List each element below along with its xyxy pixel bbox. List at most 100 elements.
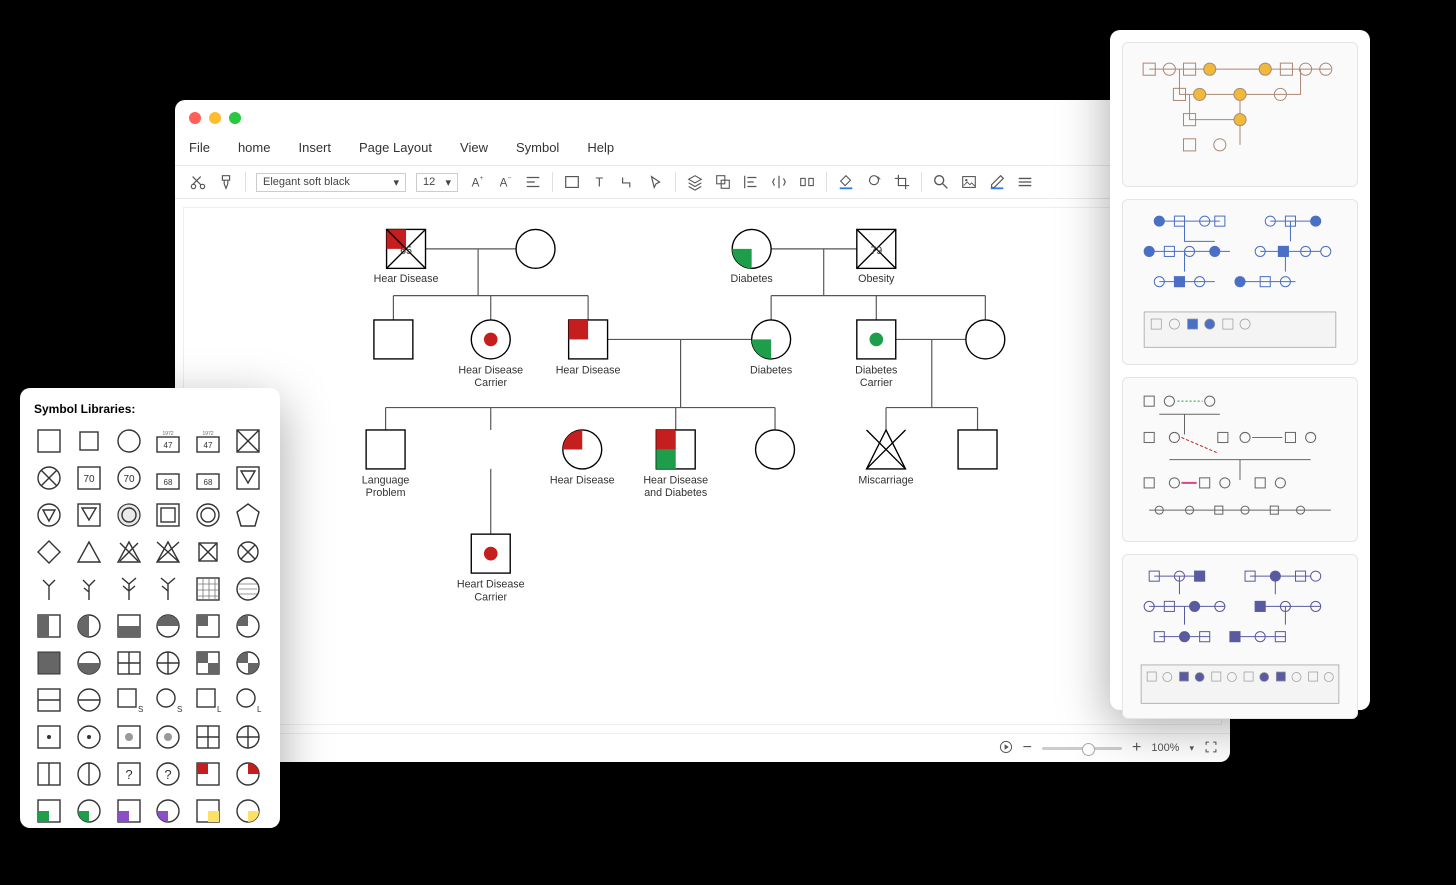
sym-ci-green[interactable] (74, 796, 104, 826)
sym-tree3[interactable] (114, 574, 144, 604)
zoom-in-icon[interactable]: + (1132, 739, 1141, 757)
connector-icon[interactable] (619, 173, 637, 191)
sym-sq-red[interactable] (193, 759, 223, 789)
sym-dbl-ci2[interactable] (193, 500, 223, 530)
canvas[interactable]: 65 Hear Disease Diabetes 79 Obesity (183, 207, 1222, 725)
format-painter-icon[interactable] (217, 173, 235, 191)
min-dot[interactable] (209, 112, 221, 124)
node-r2b[interactable]: Hear Disease Carrier (458, 320, 523, 389)
zoom-level[interactable]: 100% (1151, 742, 1179, 754)
template-1[interactable] (1122, 42, 1358, 187)
node-r3e[interactable]: Miscarriage (858, 430, 913, 487)
node-r4a[interactable]: Heart Disease Carrier (457, 534, 525, 603)
sym-sq-half-h[interactable] (114, 611, 144, 641)
sym-dbl-sq[interactable] (153, 500, 183, 530)
node-n1[interactable]: 65 Hear Disease (374, 229, 439, 285)
pen-icon[interactable] (988, 173, 1006, 191)
sym-sq-half-v[interactable] (34, 611, 64, 641)
sym-tree2[interactable] (74, 574, 104, 604)
sym-sq-l[interactable]: L (193, 685, 223, 715)
sym-ci-tri[interactable] (34, 500, 64, 530)
node-r2c[interactable]: Hear Disease (556, 320, 621, 377)
sym-ci-red[interactable] (233, 759, 263, 789)
sym-sq-vline[interactable] (34, 759, 64, 789)
sym-sq-q[interactable]: ? (114, 759, 144, 789)
sym-range2[interactable]: 68 (193, 463, 223, 493)
zoom-out-icon[interactable]: − (1023, 739, 1032, 757)
menu-file[interactable]: File (189, 140, 210, 155)
sym-hatch-ci[interactable] (233, 574, 263, 604)
sym-sq-purple[interactable] (114, 796, 144, 826)
sym-diamond[interactable] (34, 537, 64, 567)
sym-sq-x-sm[interactable] (193, 537, 223, 567)
sym-square-x[interactable] (233, 426, 263, 456)
sym-ci-dot[interactable] (74, 722, 104, 752)
font-increase-icon[interactable]: A+ (468, 173, 486, 191)
menu-view[interactable]: View (460, 140, 488, 155)
sym-ci-yellow[interactable] (233, 796, 263, 826)
sym-ci-grid[interactable] (233, 722, 263, 752)
sym-range1[interactable]: 68 (153, 463, 183, 493)
sym-ci-qtr[interactable] (233, 611, 263, 641)
sym-square[interactable] (34, 426, 64, 456)
sym-square-date2[interactable]: 197247 (193, 426, 223, 456)
cut-icon[interactable] (189, 173, 207, 191)
sym-sq-70[interactable]: 70 (74, 463, 104, 493)
symbol-library-panel[interactable]: Symbol Libraries: 197247 197247 70 70 68… (20, 388, 280, 828)
group-icon[interactable] (714, 173, 732, 191)
line-style-icon[interactable] (865, 173, 883, 191)
sym-ci-half-bottom[interactable] (74, 648, 104, 678)
sym-tri-x[interactable] (114, 537, 144, 567)
sym-tree4[interactable] (153, 574, 183, 604)
sym-sq-yellow[interactable] (193, 796, 223, 826)
max-dot[interactable] (229, 112, 241, 124)
sym-ci-half-v[interactable] (74, 611, 104, 641)
crop-icon[interactable] (893, 173, 911, 191)
sym-ci-l[interactable]: L (233, 685, 263, 715)
sym-triangle[interactable] (74, 537, 104, 567)
node-r3d[interactable] (756, 430, 795, 469)
layers-icon[interactable] (686, 173, 704, 191)
close-dot[interactable] (189, 112, 201, 124)
sym-pentagon[interactable] (233, 500, 263, 530)
font-size-select[interactable]: 12▾ (416, 173, 458, 192)
sym-sq-checker[interactable] (193, 648, 223, 678)
node-r3b[interactable]: Hear Disease (550, 430, 615, 487)
fullscreen-icon[interactable] (1204, 740, 1218, 757)
sym-ci-70[interactable]: 70 (114, 463, 144, 493)
node-r3a[interactable]: Language Problem (362, 430, 410, 499)
font-name-select[interactable]: Elegant soft black▾ (256, 173, 406, 192)
sym-tri-down[interactable] (233, 463, 263, 493)
align-left-icon[interactable] (524, 173, 542, 191)
zoom-slider[interactable] (1042, 747, 1122, 750)
distribute-icon[interactable] (798, 173, 816, 191)
node-n2[interactable] (516, 229, 555, 268)
sym-tri-x2[interactable] (153, 537, 183, 567)
node-n4[interactable]: 79 Obesity (857, 229, 896, 285)
menu-symbol[interactable]: Symbol (516, 140, 559, 155)
sym-ci-q[interactable]: ? (153, 759, 183, 789)
rectangle-icon[interactable] (563, 173, 581, 191)
pointer-icon[interactable] (647, 173, 665, 191)
menu-home[interactable]: home (238, 140, 271, 155)
sym-sq-s[interactable]: S (114, 685, 144, 715)
image-icon[interactable] (960, 173, 978, 191)
template-4[interactable] (1122, 554, 1358, 719)
sym-sq-fill[interactable] (34, 648, 64, 678)
sym-tree1[interactable] (34, 574, 64, 604)
menu-insert[interactable]: Insert (298, 140, 331, 155)
node-r3c[interactable]: Hear Disease and Diabetes (643, 430, 708, 499)
align-icon[interactable] (742, 173, 760, 191)
more-icon[interactable] (1016, 173, 1034, 191)
fill-color-icon[interactable] (837, 173, 855, 191)
sym-square-date1[interactable]: 197247 (153, 426, 183, 456)
sym-sq-grid[interactable] (193, 722, 223, 752)
sym-ci-hline[interactable] (74, 685, 104, 715)
template-3[interactable] (1122, 377, 1358, 542)
templates-panel[interactable] (1110, 30, 1370, 710)
sym-sq-hline[interactable] (34, 685, 64, 715)
play-icon[interactable] (999, 740, 1013, 757)
template-2[interactable] (1122, 199, 1358, 364)
node-r2f[interactable] (966, 320, 1005, 359)
sym-ci-x-sm[interactable] (233, 537, 263, 567)
